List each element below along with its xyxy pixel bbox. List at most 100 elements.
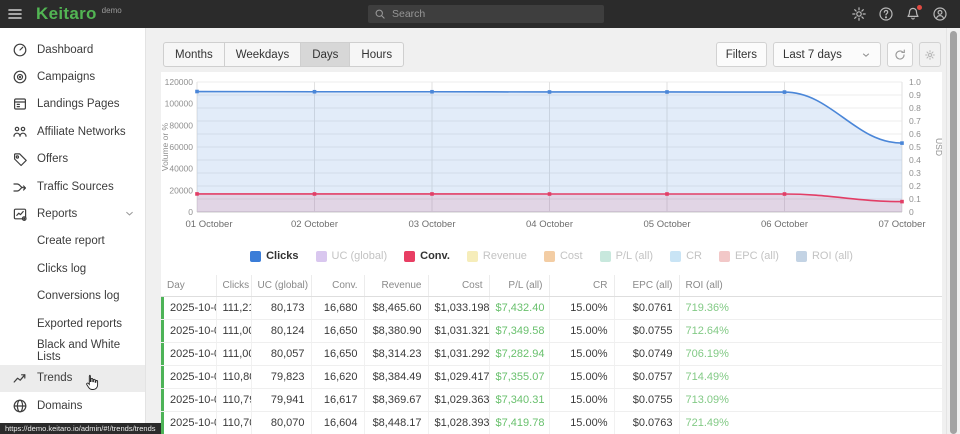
date-range-select[interactable]: Last 7 days — [773, 42, 881, 67]
campaigns-icon — [12, 69, 28, 85]
filters-label: Filters — [726, 49, 757, 61]
menu-icon[interactable] — [0, 0, 30, 28]
table-cell: $8,314.23 — [364, 342, 428, 365]
svg-text:05 October: 05 October — [644, 219, 691, 230]
legend-item-cr[interactable]: CR — [670, 250, 702, 262]
sidebar-item-conversions-log[interactable]: Conversions log — [0, 283, 145, 310]
svg-text:0.7: 0.7 — [909, 116, 921, 126]
sidebar-item-clicks-log[interactable]: Clicks log — [0, 255, 145, 282]
table-header-cell[interactable]: CR — [549, 275, 614, 296]
sidebar-item-domains[interactable]: Domains — [0, 392, 145, 419]
date-range-value: Last 7 days — [783, 49, 842, 61]
table-header-cell[interactable]: Day — [161, 275, 216, 296]
table-cell: 80,070 — [251, 411, 311, 434]
scrollbar[interactable] — [946, 28, 960, 434]
chevron-down-icon — [861, 50, 871, 60]
table-header-cell[interactable]: UC (global) — [251, 275, 311, 296]
traffic-sources-icon — [12, 179, 28, 195]
help-icon[interactable] — [878, 6, 894, 22]
svg-text:0.4: 0.4 — [909, 155, 921, 165]
legend-item-epc-all-[interactable]: EPC (all) — [719, 250, 779, 262]
sidebar-item-reports[interactable]: Reports — [0, 200, 145, 227]
svg-text:02 October: 02 October — [291, 219, 338, 230]
legend-label: Cost — [560, 250, 583, 262]
app-logo[interactable]: Keitaro — [36, 4, 97, 24]
legend-item-clicks[interactable]: Clicks — [250, 250, 298, 262]
chart-settings-button[interactable] — [919, 42, 941, 67]
tab-weekdays[interactable]: Weekdays — [224, 42, 301, 67]
svg-text:0.3: 0.3 — [909, 168, 921, 178]
sidebar-item-landings-pages[interactable]: Landings Pages — [0, 91, 145, 118]
trends-card: 00.10.20.30.40.50.60.70.80.91.0020000400… — [161, 72, 942, 434]
table-cell: 16,680 — [311, 296, 364, 319]
sidebar: DashboardCampaigns Landings Pages Affiliat… — [0, 28, 146, 434]
table-row: 2025-10-03111,0080,05716,650$8,314.23$1,… — [161, 342, 942, 365]
sidebar-item-affiliate-networks[interactable]: Affiliate Networks — [0, 118, 145, 145]
search-box[interactable] — [368, 5, 604, 23]
legend-item-p-l-all-[interactable]: P/L (all) — [600, 250, 654, 262]
notifications-icon[interactable] — [905, 6, 921, 22]
svg-text:0.1: 0.1 — [909, 194, 921, 204]
legend-label: ROI (all) — [812, 250, 853, 262]
table-header-cell[interactable]: P/L (all) — [489, 275, 549, 296]
sidebar-item-offers[interactable]: Offers — [0, 146, 145, 173]
tab-months[interactable]: Months — [163, 42, 225, 67]
tab-days[interactable]: Days — [300, 42, 350, 67]
sidebar-item-label: Landings Pages — [37, 98, 119, 110]
legend-swatch — [316, 251, 327, 262]
legend-label: P/L (all) — [616, 250, 654, 262]
sidebar-item-label: Affiliate Networks — [37, 126, 126, 138]
scrollbar-thumb[interactable] — [950, 31, 957, 434]
legend-swatch — [544, 251, 555, 262]
settings-icon[interactable] — [851, 6, 867, 22]
legend-label: Conv. — [420, 250, 450, 262]
legend-label: EPC (all) — [735, 250, 779, 262]
tab-hours[interactable]: Hours — [349, 42, 404, 67]
table-header-cell[interactable]: Clicks — [216, 275, 251, 296]
refresh-button[interactable] — [887, 42, 913, 67]
sidebar-item-create-report[interactable]: Create report — [0, 228, 145, 255]
legend-label: UC (global) — [332, 250, 388, 262]
table-cell: 111,21 — [216, 296, 251, 319]
legend-swatch — [719, 251, 730, 262]
table-cell: $0.0763 — [614, 411, 679, 434]
sidebar-item-black-and-white-lists[interactable]: Black and White Lists — [0, 337, 145, 364]
sidebar-item-dashboard[interactable]: Dashboard — [0, 36, 145, 63]
table-cell: 2025-10-01 — [161, 296, 216, 319]
sidebar-item-traffic-sources[interactable]: Traffic Sources — [0, 173, 145, 200]
table-header-cell[interactable]: Cost — [428, 275, 489, 296]
sidebar-item-exported-reports[interactable]: Exported reports — [0, 310, 145, 337]
table-cell: $7,419.78 — [489, 411, 549, 434]
table-cell: 2025-10-04 — [161, 365, 216, 388]
sidebar-item-label: Conversions log — [37, 290, 119, 302]
chevron-down-icon — [124, 208, 135, 219]
svg-text:60000: 60000 — [169, 142, 193, 152]
sidebar-item-label: Clicks log — [37, 263, 86, 275]
table-header-cell[interactable]: Revenue — [364, 275, 428, 296]
table-cell: 79,941 — [251, 388, 311, 411]
legend-item-roi-all-[interactable]: ROI (all) — [796, 250, 853, 262]
legend-item-revenue[interactable]: Revenue — [467, 250, 527, 262]
table-cell: $7,349.58 — [489, 319, 549, 342]
table-cell: 80,124 — [251, 319, 311, 342]
filters-button[interactable]: Filters — [716, 42, 767, 67]
legend-item-conv-[interactable]: Conv. — [404, 250, 450, 262]
legend-item-cost[interactable]: Cost — [544, 250, 583, 262]
legend-item-uc-global-[interactable]: UC (global) — [316, 250, 388, 262]
table-cell: 79,823 — [251, 365, 311, 388]
search-input[interactable] — [392, 8, 592, 20]
sidebar-item-campaigns[interactable]: Campaigns — [0, 63, 145, 90]
table-row: 2025-10-05110,7979,94116,617$8,369.67$1,… — [161, 388, 942, 411]
table-header-cell[interactable]: ROI (all) — [679, 275, 942, 296]
reports-icon — [12, 206, 28, 222]
svg-text:0.6: 0.6 — [909, 129, 921, 139]
table-cell: $0.0755 — [614, 319, 679, 342]
svg-text:100000: 100000 — [165, 99, 194, 109]
sidebar-item-trends[interactable]: Trends — [0, 365, 145, 392]
table-cell: 713.09% — [679, 388, 942, 411]
domains-icon — [12, 398, 28, 414]
table-cell: 15.00% — [549, 296, 614, 319]
table-header-cell[interactable]: EPC (all) — [614, 275, 679, 296]
table-header-cell[interactable]: Conv. — [311, 275, 364, 296]
account-icon[interactable] — [932, 6, 948, 22]
